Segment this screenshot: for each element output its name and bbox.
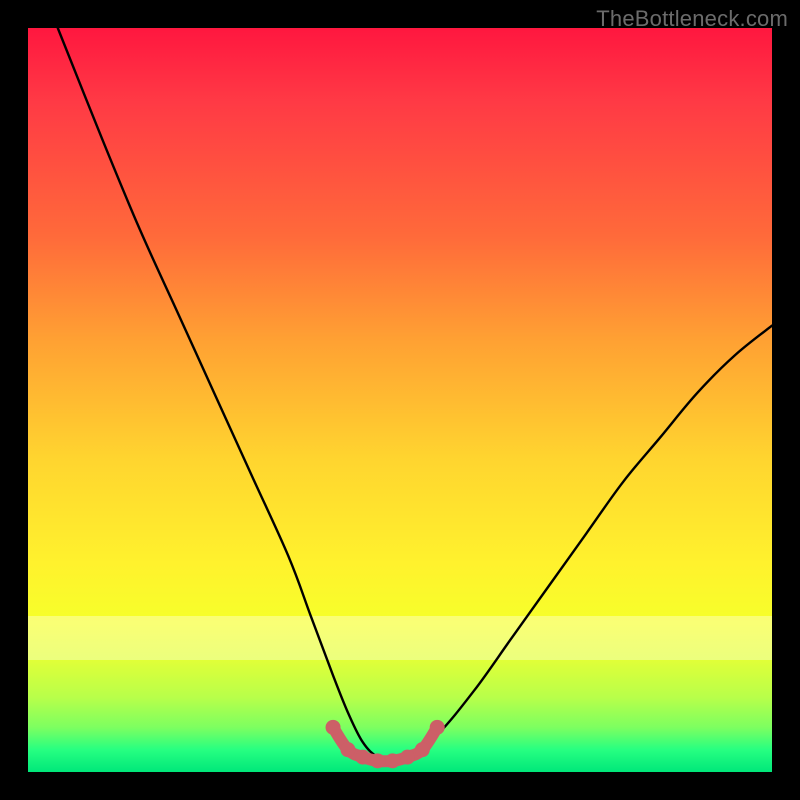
highlight-band: [28, 616, 772, 661]
bump-dot: [340, 742, 355, 757]
bump-dot: [385, 753, 400, 768]
bump-dot: [370, 753, 385, 768]
watermark-text: TheBottleneck.com: [596, 6, 788, 32]
bump-dot: [430, 720, 445, 735]
chart-frame: TheBottleneck.com: [0, 0, 800, 800]
chart-svg: [28, 28, 772, 772]
bump-dot: [326, 720, 341, 735]
bump-dot: [400, 750, 415, 765]
bottom-bump-dots: [326, 720, 445, 768]
bump-dot: [355, 750, 370, 765]
bottleneck-curve-path: [58, 28, 772, 761]
bottom-bump-path: [333, 727, 437, 761]
bump-dot: [415, 742, 430, 757]
plot-area: [28, 28, 772, 772]
